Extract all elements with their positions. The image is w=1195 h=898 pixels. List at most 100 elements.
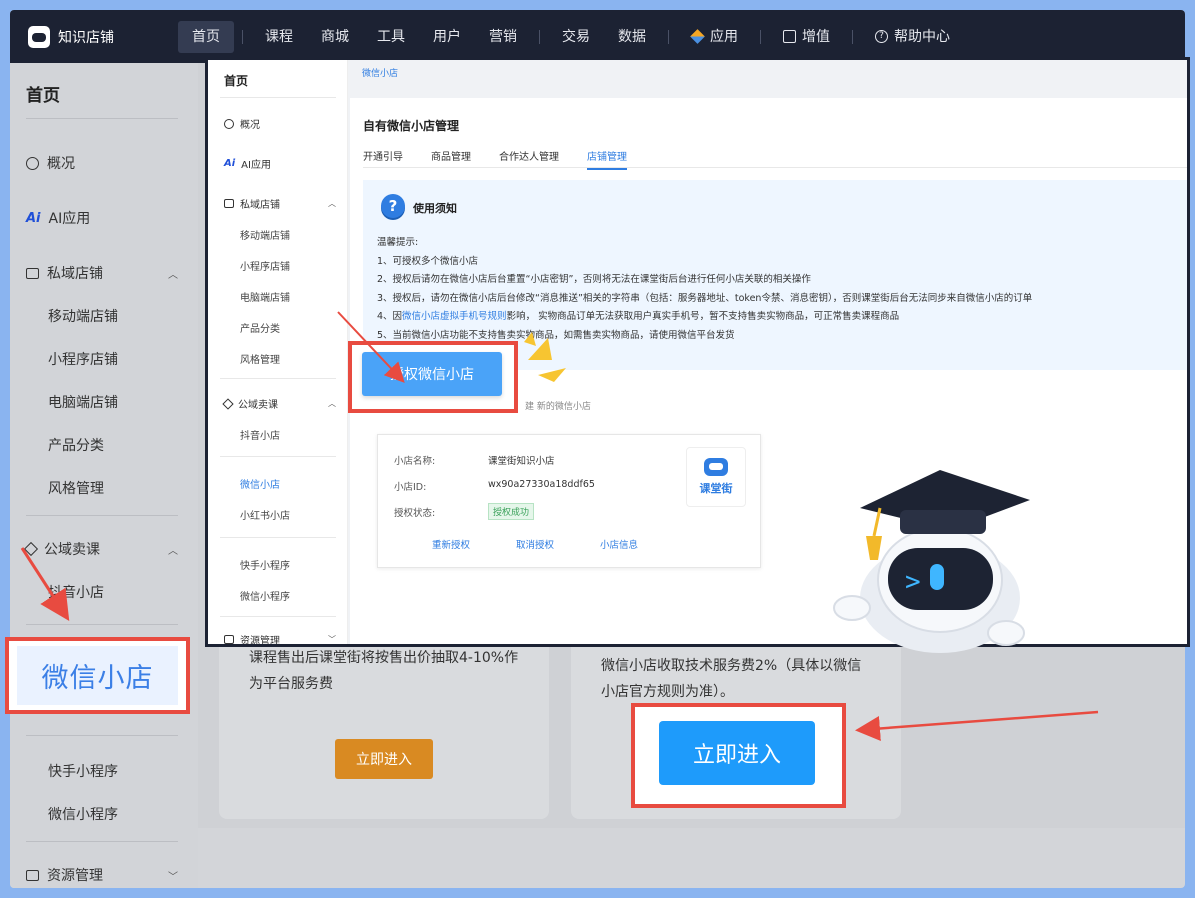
ai-icon: Ai — [26, 210, 41, 226]
shop-info-link[interactable]: 小店信息 — [600, 537, 638, 551]
nav-item-trade[interactable]: 交易 — [548, 21, 604, 53]
divider — [220, 456, 336, 457]
sidebar-label: 公域卖课 — [44, 542, 100, 558]
ai-icon: Ai — [224, 158, 236, 169]
inset-item-overview[interactable]: 概况 — [224, 116, 336, 131]
sidebar-item-ai[interactable]: Ai AI应用 — [26, 208, 178, 228]
notice-heading: 温馨提示: — [377, 237, 419, 248]
nav-item-marketing[interactable]: 营销 — [475, 21, 531, 53]
inset-item-pc[interactable]: 电脑端店铺 — [240, 289, 290, 304]
inset-item-miniprogram[interactable]: 小程序店铺 — [240, 258, 290, 273]
divider — [26, 841, 178, 842]
sidebar-item-wechat-mini[interactable]: 微信小程序 — [48, 804, 118, 824]
nav-label: 帮助中心 — [894, 28, 950, 45]
nav-separator — [852, 29, 853, 44]
card-description: 微信小店收取技术服务费2%（具体以微信小店官方规则为准）。 — [601, 658, 862, 700]
nav-item-apps[interactable]: 应用 — [677, 21, 752, 53]
inset-item-private-store[interactable]: 私域店铺 ︿ — [224, 196, 336, 211]
nav-separator — [760, 29, 761, 44]
shop-name-label: 小店名称: — [394, 456, 436, 467]
inset-item-xiaohongshu[interactable]: 小红书小店 — [240, 507, 290, 522]
shop-card: 小店名称: 课堂街知识小店 小店ID: wx90a27330a18ddf65 授… — [377, 434, 761, 568]
diamond-icon — [222, 397, 234, 410]
shop-logo: 课堂街 — [686, 447, 746, 507]
nav-item-help[interactable]: ? 帮助中心 — [861, 21, 964, 53]
nav-label: 数据 — [618, 28, 646, 45]
nav-item-users[interactable]: 用户 — [419, 21, 475, 53]
inset-item-category[interactable]: 产品分类 — [240, 320, 280, 335]
breadcrumb[interactable]: 微信小店 — [362, 66, 398, 79]
inset-item-wechat-shop[interactable]: 微信小店 — [240, 476, 280, 491]
cube-icon — [690, 29, 705, 44]
question-icon: ? — [381, 194, 405, 218]
nav-item-value-added[interactable]: 增值 — [769, 21, 844, 53]
cancel-auth-link[interactable]: 取消授权 — [516, 537, 554, 551]
sidebar-item-private-store[interactable]: 私域店铺 ︿ — [26, 263, 178, 283]
sidebar-item-style[interactable]: 风格管理 — [48, 478, 104, 498]
sidebar-item-public-course[interactable]: 公域卖课 ︿ — [23, 539, 178, 559]
inset-item-resources[interactable]: 资源管理 ﹀ — [224, 632, 336, 647]
inset-label: AI应用 — [241, 160, 271, 171]
nav-item-course[interactable]: 课程 — [251, 21, 307, 53]
enter-button[interactable]: 立即进入 — [659, 721, 815, 785]
nav-separator — [539, 29, 540, 44]
highlight-wechat-shop[interactable]: 微信小店 — [5, 637, 190, 714]
sidebar-label: 概况 — [47, 156, 75, 172]
notice-line: 3、授权后，请勿在微信小店后台修改“消息推送”相关的字符串（包括：服务器地址、t… — [377, 292, 1033, 304]
nav-label: 首页 — [192, 28, 220, 45]
sidebar-item-kuaishou[interactable]: 快手小程序 — [48, 761, 118, 781]
nav-item-data[interactable]: 数据 — [604, 21, 660, 53]
store-icon — [224, 199, 234, 208]
inset-item-style[interactable]: 风格管理 — [240, 351, 280, 366]
resource-icon — [26, 869, 39, 881]
notice-text: 4、因 — [377, 311, 403, 322]
sidebar-item-resources[interactable]: 资源管理 ﹀ — [26, 865, 178, 885]
nav-label: 营销 — [489, 28, 517, 45]
sidebar-item-miniprogram-store[interactable]: 小程序店铺 — [48, 349, 118, 369]
resource-icon — [224, 635, 234, 644]
enter-button[interactable]: 立即进入 — [335, 739, 433, 779]
logo[interactable]: 知识店铺 — [28, 25, 178, 48]
sidebar-item-wechat-shop[interactable]: 微信小店 — [17, 646, 178, 705]
nav-item-home[interactable]: 首页 — [178, 20, 234, 53]
chevron-down-icon: ﹀ — [168, 871, 178, 883]
inset-item-wechat-mini[interactable]: 微信小程序 — [240, 588, 290, 603]
chevron-down-icon: ﹀ — [328, 635, 336, 644]
sidebar-item-overview[interactable]: 概况 — [26, 153, 178, 173]
inset-item-mobile[interactable]: 移动端店铺 — [240, 227, 290, 242]
svg-text:>: > — [905, 567, 921, 597]
card-description: 课程售出后课堂街将按售出价抽取4-10%作为平台服务费 — [249, 650, 519, 692]
diamond-icon — [23, 541, 39, 557]
authorize-wechat-shop-button[interactable]: 授权微信小店 — [362, 352, 502, 396]
sidebar-label: 资源管理 — [47, 868, 103, 884]
nav-item-tools[interactable]: 工具 — [363, 21, 419, 53]
nav-separator — [668, 29, 669, 44]
reauthorize-link[interactable]: 重新授权 — [432, 537, 470, 551]
sparkle-icon — [524, 332, 566, 382]
sidebar-item-douyin[interactable]: 抖音小店 — [48, 582, 104, 602]
nav-label: 用户 — [433, 28, 461, 45]
sidebar-item-product-category[interactable]: 产品分类 — [48, 435, 104, 455]
inset-item-kuaishou[interactable]: 快手小程序 — [240, 557, 290, 572]
divider — [220, 97, 336, 98]
inset-label: 资源管理 — [240, 636, 280, 647]
auth-tip: 建 新的微信小店 — [525, 402, 591, 412]
nav-item-mall[interactable]: 商城 — [307, 21, 363, 53]
inset-item-ai[interactable]: Ai AI应用 — [224, 156, 336, 171]
sidebar-item-pc-store[interactable]: 电脑端店铺 — [48, 392, 118, 412]
divider — [220, 537, 336, 538]
nav-label: 商城 — [321, 28, 349, 45]
inset-item-douyin[interactable]: 抖音小店 — [240, 427, 280, 442]
top-nav: 知识店铺 首页 课程 商城 工具 用户 营销 交易 数据 应用 增值 ? 帮助中心 — [10, 10, 1185, 63]
sidebar-item-mobile-store[interactable]: 移动端店铺 — [48, 306, 118, 326]
sidebar-title: 首页 — [26, 86, 60, 106]
inset-item-public-course[interactable]: 公域卖课 ︿ — [222, 396, 336, 411]
robot-mascot-icon: > — [833, 470, 1030, 653]
shop-name-value: 课堂街知识小店 — [488, 456, 555, 467]
notice-line: 1、可授权多个微信小店 — [377, 255, 479, 267]
rule-link[interactable]: 微信小店虚拟手机号规则 — [402, 311, 507, 322]
nav-label: 交易 — [562, 28, 590, 45]
nav-label: 课程 — [265, 28, 293, 45]
inset-screenshot: 首页 概况 Ai AI应用 私域店铺 ︿ 移动端店铺 小程序店铺 电脑端店铺 产品分… — [205, 57, 1190, 647]
sidebar-label: 私域店铺 — [47, 266, 103, 282]
